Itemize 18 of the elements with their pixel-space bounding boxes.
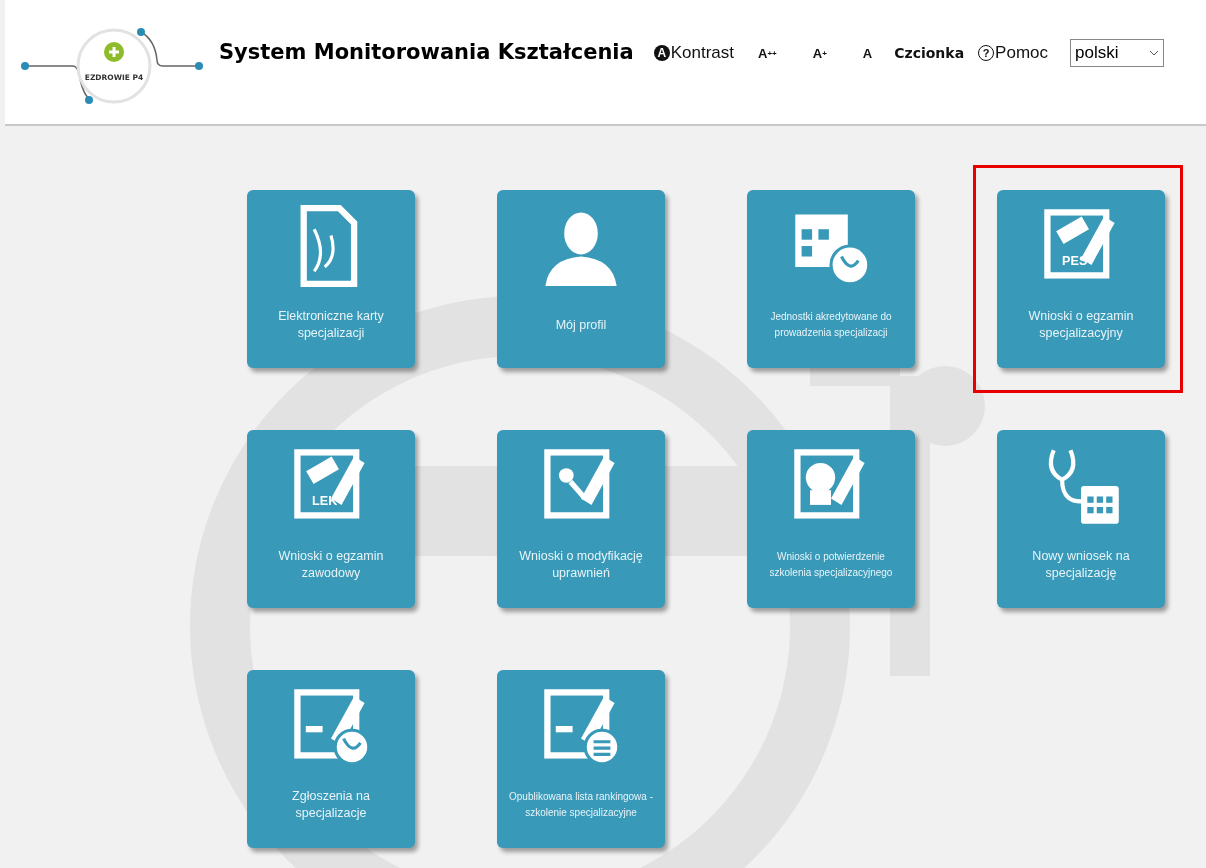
font-label: Czcionka xyxy=(893,45,966,61)
font-size-button[interactable]: A$^{+}$ xyxy=(794,45,845,61)
language-select[interactable]: polski xyxy=(1070,39,1165,67)
menu-tile[interactable]: Elektroniczne karty specjalizacji xyxy=(247,190,415,368)
menu-tile[interactable]: Wnioski o modyfikację uprawnień xyxy=(497,430,665,608)
menu-tile[interactable]: Opublikowana lista rankingowa - szkolenie specjalizacyjne xyxy=(497,670,665,848)
menu-tile[interactable]: Wnioski o potwierdzenie szkolenia specjalizacyjnego xyxy=(747,430,915,608)
app-title: System Monitorowania Kształcenia xyxy=(219,40,634,64)
menu-tile[interactable]: PES Wnioski o egzamin specjalizacyjny xyxy=(997,190,1165,368)
menu-tile[interactable]: Mój profil xyxy=(497,190,665,368)
chevron-icon xyxy=(1149,50,1160,56)
font-size-button[interactable]: A xyxy=(844,45,891,61)
help-button[interactable]: ? Pomoc xyxy=(972,43,1055,63)
font-size-button[interactable]: A$^{++}$ xyxy=(740,45,795,61)
menu-tile[interactable]: Nowy wniosek na specjalizację xyxy=(997,430,1165,608)
contrast-button[interactable]: A Kontrast xyxy=(647,43,741,63)
menu-tile[interactable]: Zgłoszenia na specjalizacje xyxy=(247,670,415,848)
menu-tile[interactable]: Jednostki akredytowane do prowadzenia specjalizacji xyxy=(747,190,915,368)
